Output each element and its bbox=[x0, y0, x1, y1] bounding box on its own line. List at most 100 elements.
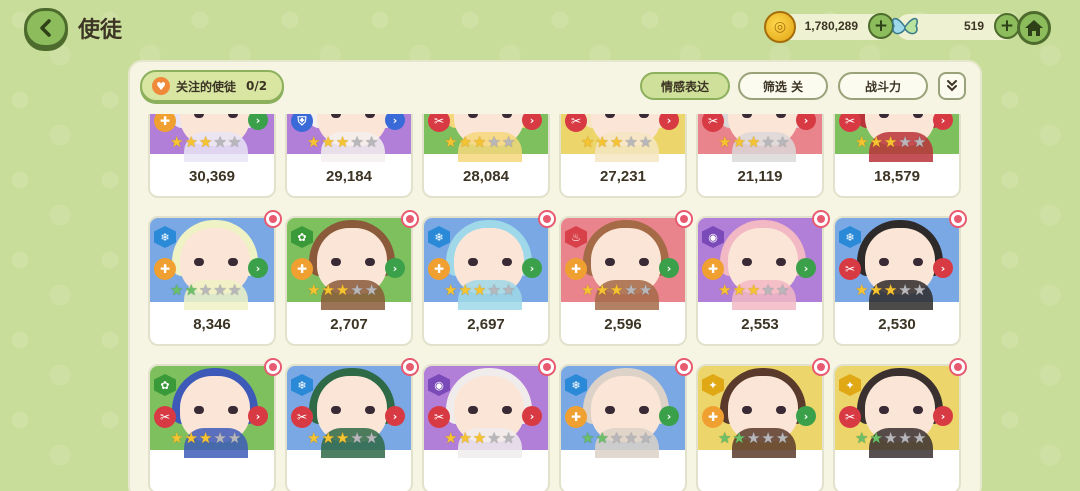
apostle-card[interactable]: ♨✂›★★★★★21,119 bbox=[696, 114, 824, 198]
support-role-icon: ✚ bbox=[154, 114, 176, 132]
apostle-card[interactable]: ❄ ✚ › ★ ★ ★ ★ ★ bbox=[559, 364, 687, 491]
apostle-card[interactable]: ✿✂›★★★★★18,579 bbox=[833, 114, 961, 198]
apostle-panel: ♥ 关注的使徒 0/2 情感表达 筛选 关 战斗力 ◉✚›★★★★★30,369… bbox=[128, 60, 982, 491]
portrait-eyes bbox=[468, 114, 512, 118]
portrait-eyes bbox=[879, 114, 923, 118]
apostle-card[interactable]: ✦ ✂ › ★ ★ ★ ★ ★ bbox=[833, 364, 961, 491]
emotion-button[interactable]: 情感表达 bbox=[640, 72, 730, 100]
favorite-flower-icon[interactable] bbox=[949, 210, 967, 228]
favorite-flower-icon[interactable] bbox=[675, 210, 693, 228]
star-icon: ★ bbox=[350, 281, 364, 299]
combat-power-value: 2,553 bbox=[741, 315, 779, 333]
gold-value: 1,780,289 bbox=[804, 19, 858, 33]
star-icon: ★ bbox=[227, 133, 242, 151]
star-icon: ★ bbox=[444, 133, 458, 151]
star-icon: ★ bbox=[198, 281, 213, 299]
star-icon: ★ bbox=[227, 281, 242, 299]
star-rating: ★ ★ ★ ★ ★ bbox=[581, 283, 652, 298]
star-rating: ★ ★ ★ ★ ★ bbox=[855, 135, 926, 150]
favorite-flower-icon[interactable] bbox=[264, 358, 282, 376]
support-role-icon: ✚ bbox=[702, 258, 724, 280]
apostle-card[interactable]: ✿ ✂ › ★ ★ ★ ★ ★ bbox=[148, 364, 276, 491]
striker-role-icon: ✂ bbox=[702, 114, 724, 132]
star-rating: ★ ★ ★ ★ ★ bbox=[170, 431, 241, 446]
favorite-flower-icon[interactable] bbox=[812, 358, 830, 376]
favorite-flower-icon[interactable] bbox=[675, 358, 693, 376]
apostle-card[interactable]: ❄ ✂ › ★ ★ ★ ★ ★ bbox=[285, 364, 413, 491]
combat-power-value: 30,369 bbox=[189, 167, 235, 185]
favorite-flower-icon[interactable] bbox=[538, 358, 556, 376]
apostle-card[interactable]: ❄ ✂ › ★ ★ ★ ★ ★ 2,530 bbox=[833, 216, 961, 346]
favorite-flower-icon[interactable] bbox=[812, 210, 830, 228]
nature-element-icon: ✿ bbox=[154, 374, 176, 396]
home-button[interactable] bbox=[1017, 11, 1051, 45]
ice-element-icon: ❄ bbox=[839, 226, 861, 248]
star-icon: ★ bbox=[170, 133, 184, 151]
favorite-flower-icon[interactable] bbox=[264, 210, 282, 228]
apostle-card[interactable]: ◉✚›★★★★★30,369 bbox=[148, 114, 276, 198]
apostle-card[interactable]: ◉ ✂ › ★ ★ ★ ★ ★ bbox=[422, 364, 550, 491]
star-rating: ★ ★ ★ ★ ★ bbox=[307, 431, 378, 446]
star-icon: ★ bbox=[638, 429, 653, 447]
star-icon: ★ bbox=[335, 281, 350, 299]
star-icon: ★ bbox=[213, 133, 227, 151]
combat-power-value: 8,346 bbox=[193, 315, 231, 333]
filter-button[interactable]: 筛选 关 bbox=[738, 72, 828, 100]
favorites-button[interactable]: ♥ 关注的使徒 0/2 bbox=[140, 70, 284, 102]
apostle-card[interactable]: ❄ ✚ › ★ ★ ★ ★ ★ 2,697 bbox=[422, 216, 550, 346]
combat-power-value bbox=[698, 452, 822, 491]
portrait-eyes bbox=[742, 114, 786, 118]
chevron-right-icon: › bbox=[522, 406, 542, 426]
sort-power-button[interactable]: 战斗力 bbox=[838, 72, 928, 100]
star-icon: ★ bbox=[198, 429, 213, 447]
star-icon: ★ bbox=[501, 133, 516, 151]
chevron-right-icon: › bbox=[933, 406, 953, 426]
apostle-card[interactable]: ◉⛨›★★★★★29,184 bbox=[285, 114, 413, 198]
star-icon: ★ bbox=[609, 133, 624, 151]
striker-role-icon: ✂ bbox=[291, 406, 313, 428]
star-icon: ★ bbox=[624, 281, 638, 299]
apostle-card[interactable]: ✦ ✚ › ★ ★ ★ ★ ★ bbox=[696, 364, 824, 491]
favorite-flower-icon[interactable] bbox=[401, 210, 419, 228]
portrait-eyes bbox=[879, 406, 923, 414]
portrait-eyes bbox=[742, 258, 786, 266]
ice-element-icon: ❄ bbox=[565, 374, 587, 396]
collapse-button[interactable] bbox=[938, 72, 966, 100]
star-rating: ★ ★ ★ ★ ★ bbox=[170, 283, 241, 298]
double-chevron-down-icon bbox=[947, 80, 957, 92]
favorite-flower-icon[interactable] bbox=[401, 358, 419, 376]
star-icon: ★ bbox=[321, 281, 335, 299]
star-icon: ★ bbox=[761, 281, 775, 299]
apostle-card[interactable]: ♨ ✚ › ★ ★ ★ ★ ★ 2,596 bbox=[559, 216, 687, 346]
star-icon: ★ bbox=[912, 281, 927, 299]
star-icon: ★ bbox=[364, 429, 379, 447]
star-rating: ★ ★ ★ ★ ★ bbox=[307, 283, 378, 298]
striker-role-icon: ✂ bbox=[428, 406, 450, 428]
ice-element-icon: ❄ bbox=[428, 226, 450, 248]
star-rating: ★ ★ ★ ★ ★ bbox=[444, 135, 515, 150]
star-icon: ★ bbox=[335, 133, 350, 151]
combat-power-value: 29,184 bbox=[326, 167, 372, 185]
star-icon: ★ bbox=[307, 429, 321, 447]
chevron-right-icon: › bbox=[385, 406, 405, 426]
star-icon: ★ bbox=[350, 133, 364, 151]
apostle-card[interactable]: ✿ ✚ › ★ ★ ★ ★ ★ 2,707 bbox=[285, 216, 413, 346]
star-icon: ★ bbox=[501, 429, 516, 447]
favorite-flower-icon[interactable] bbox=[949, 358, 967, 376]
star-icon: ★ bbox=[775, 429, 790, 447]
star-icon: ★ bbox=[364, 133, 379, 151]
favorite-flower-icon[interactable] bbox=[538, 210, 556, 228]
star-icon: ★ bbox=[458, 133, 472, 151]
apostle-grid: ◉✚›★★★★★30,369◉⛨›★★★★★29,184✿✂›★★★★★28,0… bbox=[130, 114, 980, 491]
apostle-card[interactable]: ✦✂›★★★★★27,231 bbox=[559, 114, 687, 198]
apostle-card[interactable]: ❄ ✚ › ★ ★ ★ ★ ★ 8,346 bbox=[148, 216, 276, 346]
star-rating: ★ ★ ★ ★ ★ bbox=[718, 431, 789, 446]
star-icon: ★ bbox=[732, 133, 746, 151]
apostle-card[interactable]: ◉ ✚ › ★ ★ ★ ★ ★ 2,553 bbox=[696, 216, 824, 346]
apostle-card[interactable]: ✿✂›★★★★★28,084 bbox=[422, 114, 550, 198]
star-icon: ★ bbox=[184, 281, 198, 299]
combat-power-value: 2,707 bbox=[330, 315, 368, 333]
portrait-eyes bbox=[879, 258, 923, 266]
back-button[interactable] bbox=[24, 8, 68, 48]
star-icon: ★ bbox=[775, 133, 790, 151]
